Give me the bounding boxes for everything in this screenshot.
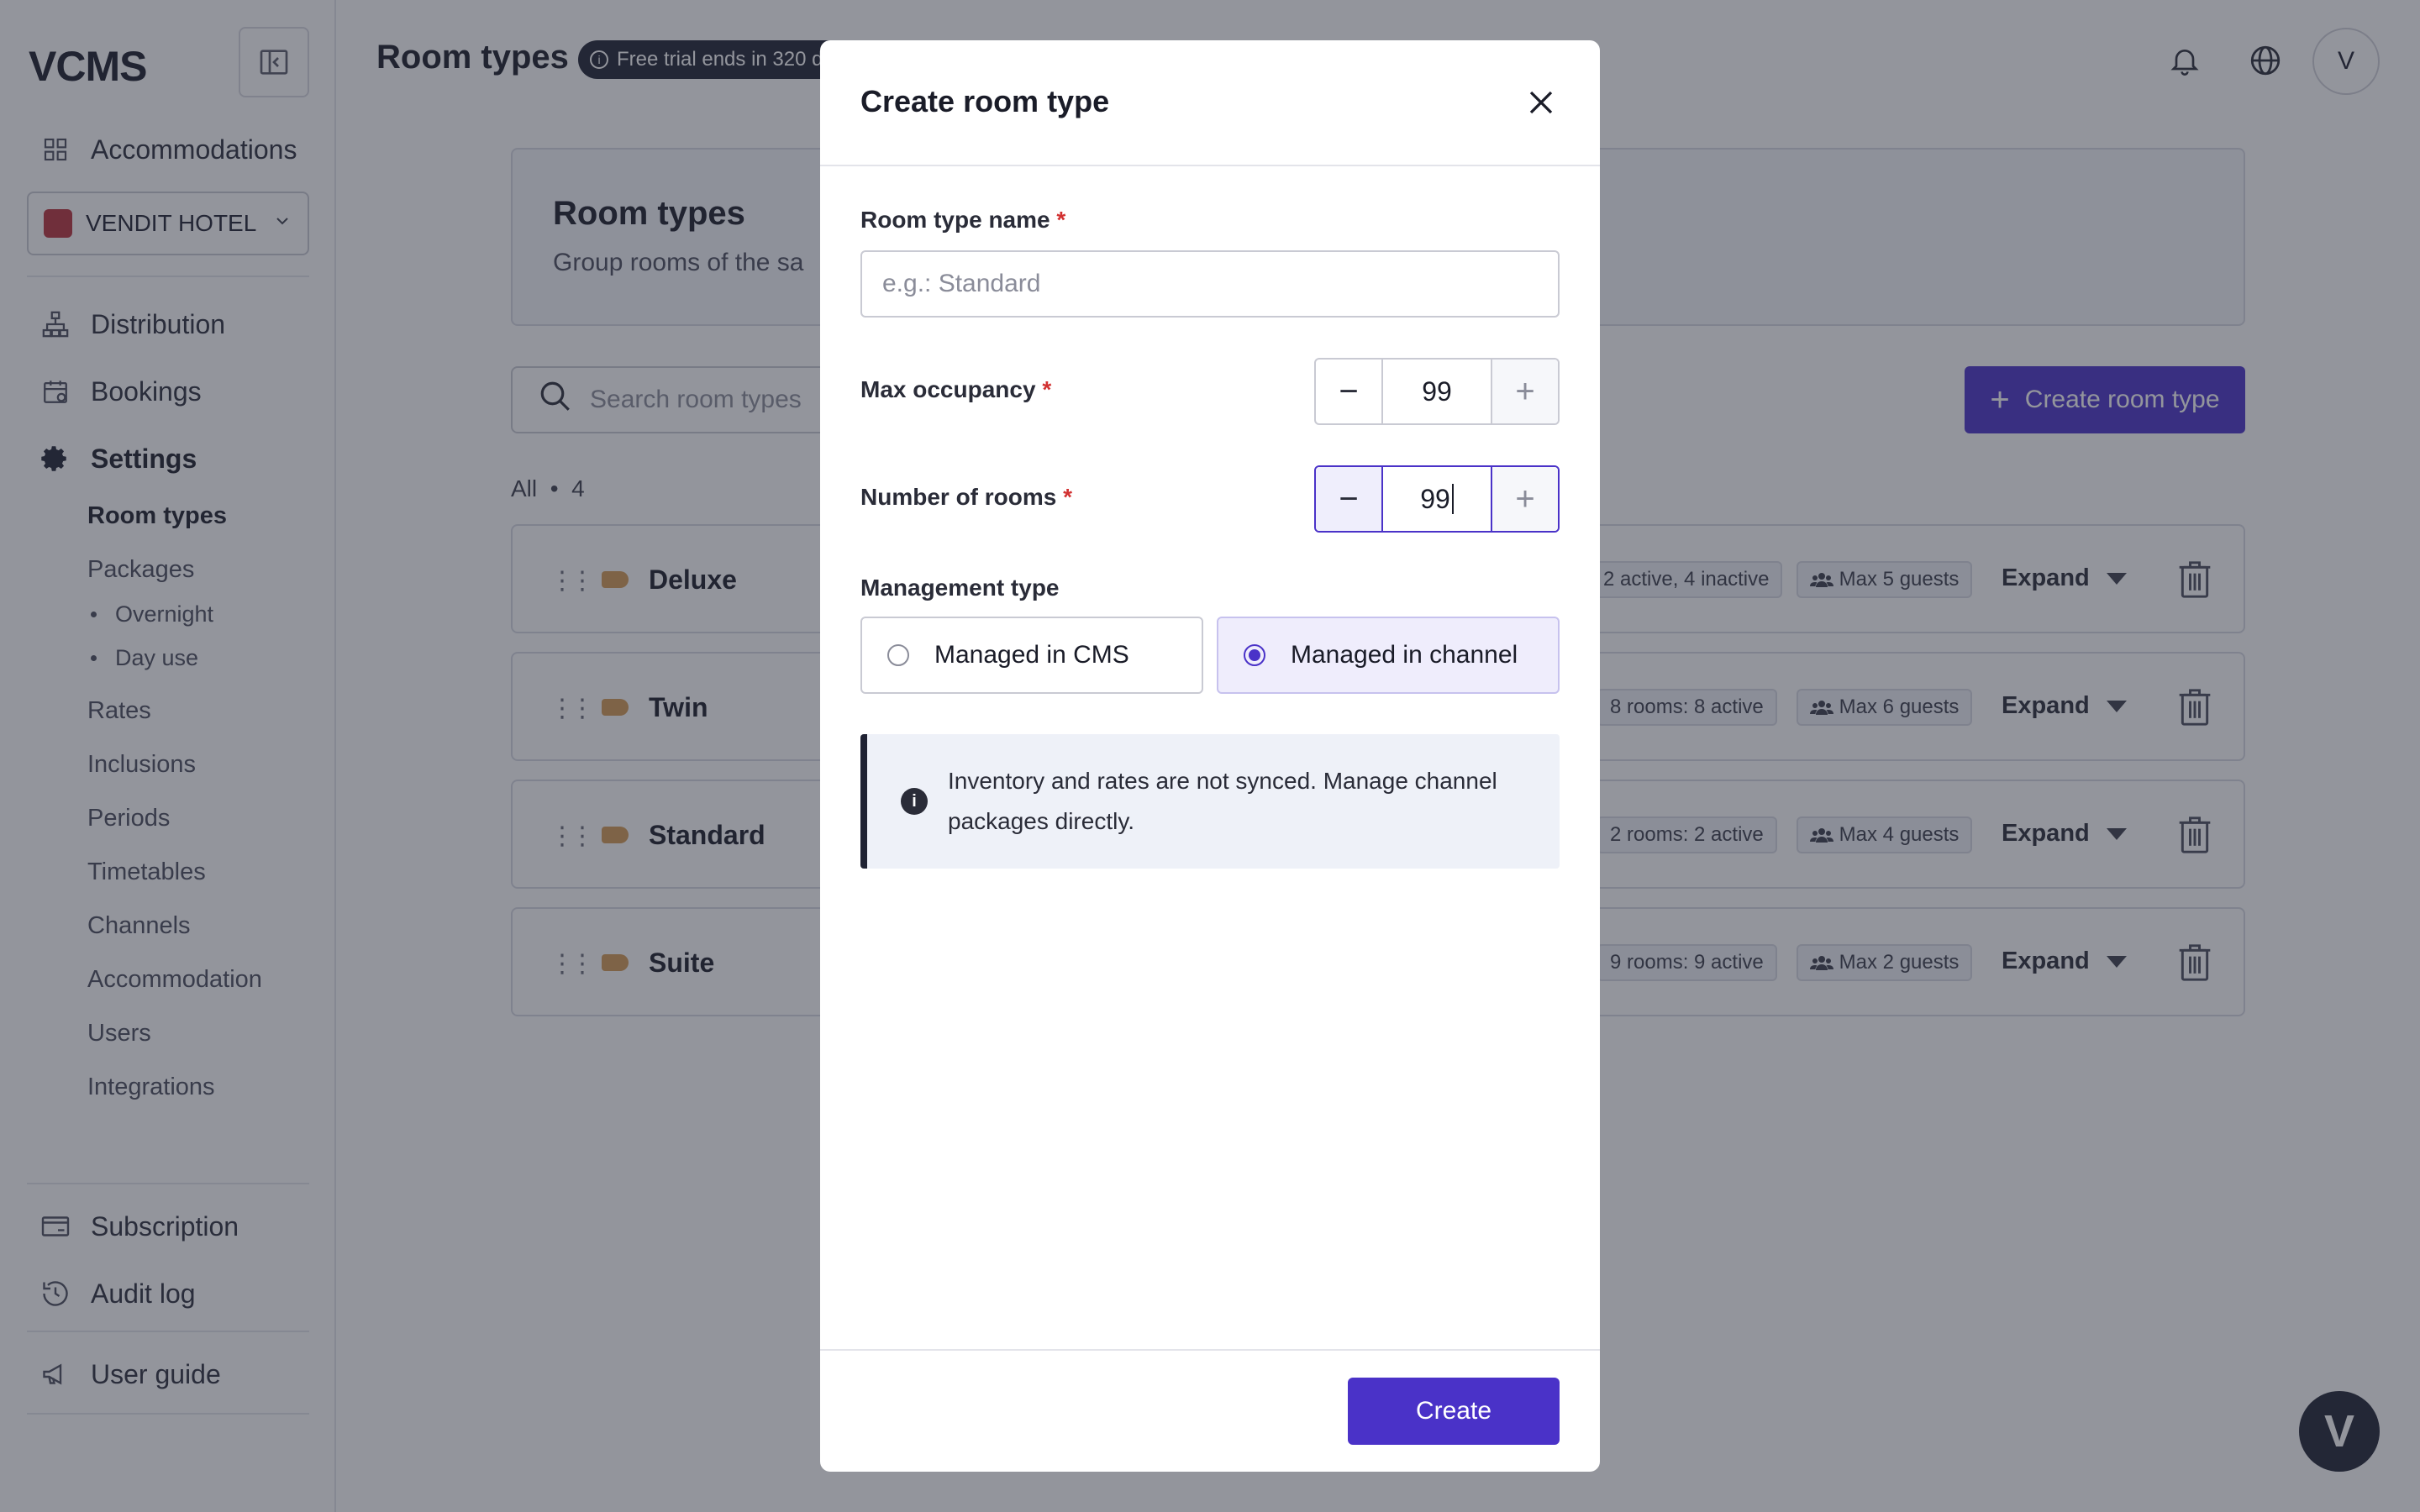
radio-managed-in-channel[interactable]: Managed in channel [1217, 617, 1560, 694]
number-of-rooms-stepper: − 99 + [1314, 465, 1560, 533]
stepper-value[interactable]: 99 [1383, 360, 1491, 423]
label-text: Number of rooms [860, 484, 1057, 510]
create-room-type-dialog: Create room type Room type name * Max oc… [820, 40, 1600, 1472]
info-alert: i Inventory and rates are not synced. Ma… [860, 734, 1560, 869]
dialog-header: Create room type [820, 40, 1600, 166]
radio-label: Managed in CMS [934, 641, 1129, 669]
decrement-button[interactable]: − [1316, 467, 1383, 531]
increment-button[interactable]: + [1491, 360, 1558, 423]
required-mark: * [1063, 484, 1073, 510]
room-type-name-label: Room type name * [860, 207, 1065, 234]
radio-label: Managed in channel [1291, 641, 1518, 669]
close-button[interactable] [1519, 81, 1563, 124]
label-text: Max occupancy [860, 376, 1036, 402]
stepper-value: 99 [1420, 483, 1450, 514]
close-icon [1529, 91, 1553, 114]
room-type-name-input[interactable] [860, 250, 1560, 318]
radio-circle [1244, 644, 1265, 666]
radio-managed-in-cms[interactable]: Managed in CMS [860, 617, 1203, 694]
required-mark: * [1056, 207, 1066, 233]
radio-circle [887, 644, 909, 666]
number-of-rooms-label: Number of rooms * [860, 484, 1072, 511]
info-text: Inventory and rates are not synced. Mana… [948, 768, 1497, 834]
label-text: Room type name [860, 207, 1050, 233]
info-icon: i [901, 788, 928, 815]
decrement-button[interactable]: − [1316, 360, 1383, 423]
management-type-label: Management type [860, 575, 1060, 601]
increment-button[interactable]: + [1491, 467, 1558, 531]
text-caret [1451, 484, 1454, 514]
dialog-title: Create room type [860, 84, 1110, 118]
dialog-footer: Create [820, 1349, 1600, 1472]
max-occupancy-stepper: − 99 + [1314, 358, 1560, 425]
max-occupancy-label: Max occupancy * [860, 376, 1051, 403]
create-button[interactable]: Create [1348, 1378, 1560, 1445]
stepper-value-field[interactable]: 99 [1383, 467, 1491, 531]
required-mark: * [1042, 376, 1052, 402]
